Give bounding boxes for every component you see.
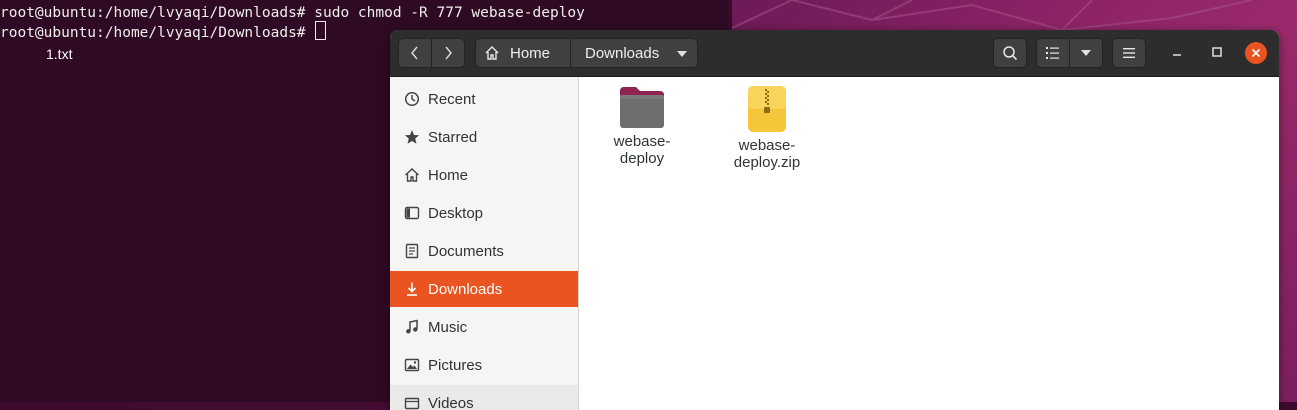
sidebar-item-home[interactable]: Home xyxy=(390,157,578,193)
forward-button[interactable] xyxy=(431,38,465,68)
file-name: webase- deploy.zip xyxy=(712,137,822,171)
sidebar-item-downloads[interactable]: Downloads xyxy=(390,271,578,307)
file-name: webase- deploy xyxy=(587,133,697,167)
download-icon xyxy=(403,280,421,298)
file-name-line2: deploy xyxy=(587,150,697,167)
back-button[interactable] xyxy=(398,38,432,68)
sidebar-item-label: Home xyxy=(428,167,468,184)
sidebar-item-videos[interactable]: Videos xyxy=(390,385,578,410)
list-view-icon xyxy=(1045,46,1061,60)
folder-icon xyxy=(618,85,666,129)
picture-icon xyxy=(403,356,421,374)
path-home-button[interactable]: Home xyxy=(475,38,571,68)
list-view-button[interactable] xyxy=(1036,38,1070,68)
path-downloads-button[interactable]: Downloads xyxy=(570,38,698,68)
home-icon xyxy=(403,166,421,184)
view-options-button[interactable] xyxy=(1069,38,1103,68)
sidebar-item-starred[interactable]: Starred xyxy=(390,119,578,155)
sidebar-item-label: Documents xyxy=(428,243,504,260)
close-icon xyxy=(1251,48,1261,58)
hamburger-menu-icon xyxy=(1122,47,1136,59)
sidebar-item-music[interactable]: Music xyxy=(390,309,578,345)
sidebar-item-recent[interactable]: Recent xyxy=(390,81,578,117)
close-button[interactable] xyxy=(1245,42,1267,64)
file-item-zip[interactable]: webase- deploy.zip xyxy=(712,85,822,171)
chevron-down-icon xyxy=(1081,50,1091,56)
sidebar-item-pictures[interactable]: Pictures xyxy=(390,347,578,383)
home-icon xyxy=(484,45,500,61)
minimize-button[interactable] xyxy=(1169,44,1185,60)
terminal-line-prompt: root@ubuntu:/home/lvyaqi/Downloads# xyxy=(0,21,326,43)
terminal-line-command: root@ubuntu:/home/lvyaqi/Downloads# sudo… xyxy=(0,3,585,23)
desktop-file-label[interactable]: 1.txt xyxy=(46,44,72,64)
file-name-line2: deploy.zip xyxy=(712,154,822,171)
path-home-label: Home xyxy=(510,45,550,62)
file-name-line1: webase- xyxy=(587,133,697,150)
music-icon xyxy=(403,318,421,336)
clock-icon xyxy=(403,90,421,108)
sidebar-item-label: Pictures xyxy=(428,357,482,374)
document-icon xyxy=(403,242,421,260)
files-window: Home Downloads xyxy=(390,30,1279,410)
star-icon xyxy=(403,128,421,146)
terminal-prompt-text: root@ubuntu:/home/lvyaqi/Downloads# xyxy=(0,25,314,41)
sidebar-item-label: Starred xyxy=(428,129,477,146)
minimize-icon xyxy=(1169,44,1185,60)
terminal-cursor xyxy=(315,21,326,40)
file-item-folder[interactable]: webase- deploy xyxy=(587,85,697,167)
sidebar-item-label: Videos xyxy=(428,395,474,410)
file-view[interactable]: webase- deploy webase- deploy.zip xyxy=(579,77,1279,410)
search-button[interactable] xyxy=(993,38,1027,68)
video-icon xyxy=(403,394,421,410)
sidebar-item-label: Music xyxy=(428,319,467,336)
sidebar-item-label: Downloads xyxy=(428,281,502,298)
maximize-icon xyxy=(1209,44,1225,60)
places-sidebar: Recent Starred Home Desktop Documents xyxy=(390,77,579,410)
menu-button[interactable] xyxy=(1112,38,1146,68)
chevron-right-icon xyxy=(442,46,454,60)
path-current-label: Downloads xyxy=(585,45,659,62)
chevron-left-icon xyxy=(409,46,421,60)
chevron-down-icon xyxy=(677,51,687,57)
zip-archive-icon xyxy=(747,85,787,133)
headerbar: Home Downloads xyxy=(390,30,1279,77)
sidebar-item-documents[interactable]: Documents xyxy=(390,233,578,269)
sidebar-item-label: Desktop xyxy=(428,205,483,222)
sidebar-item-label: Recent xyxy=(428,91,476,108)
sidebar-item-desktop[interactable]: Desktop xyxy=(390,195,578,231)
desktop-icon xyxy=(403,204,421,222)
maximize-button[interactable] xyxy=(1209,44,1225,60)
search-icon xyxy=(1002,45,1018,61)
file-name-line1: webase- xyxy=(712,137,822,154)
